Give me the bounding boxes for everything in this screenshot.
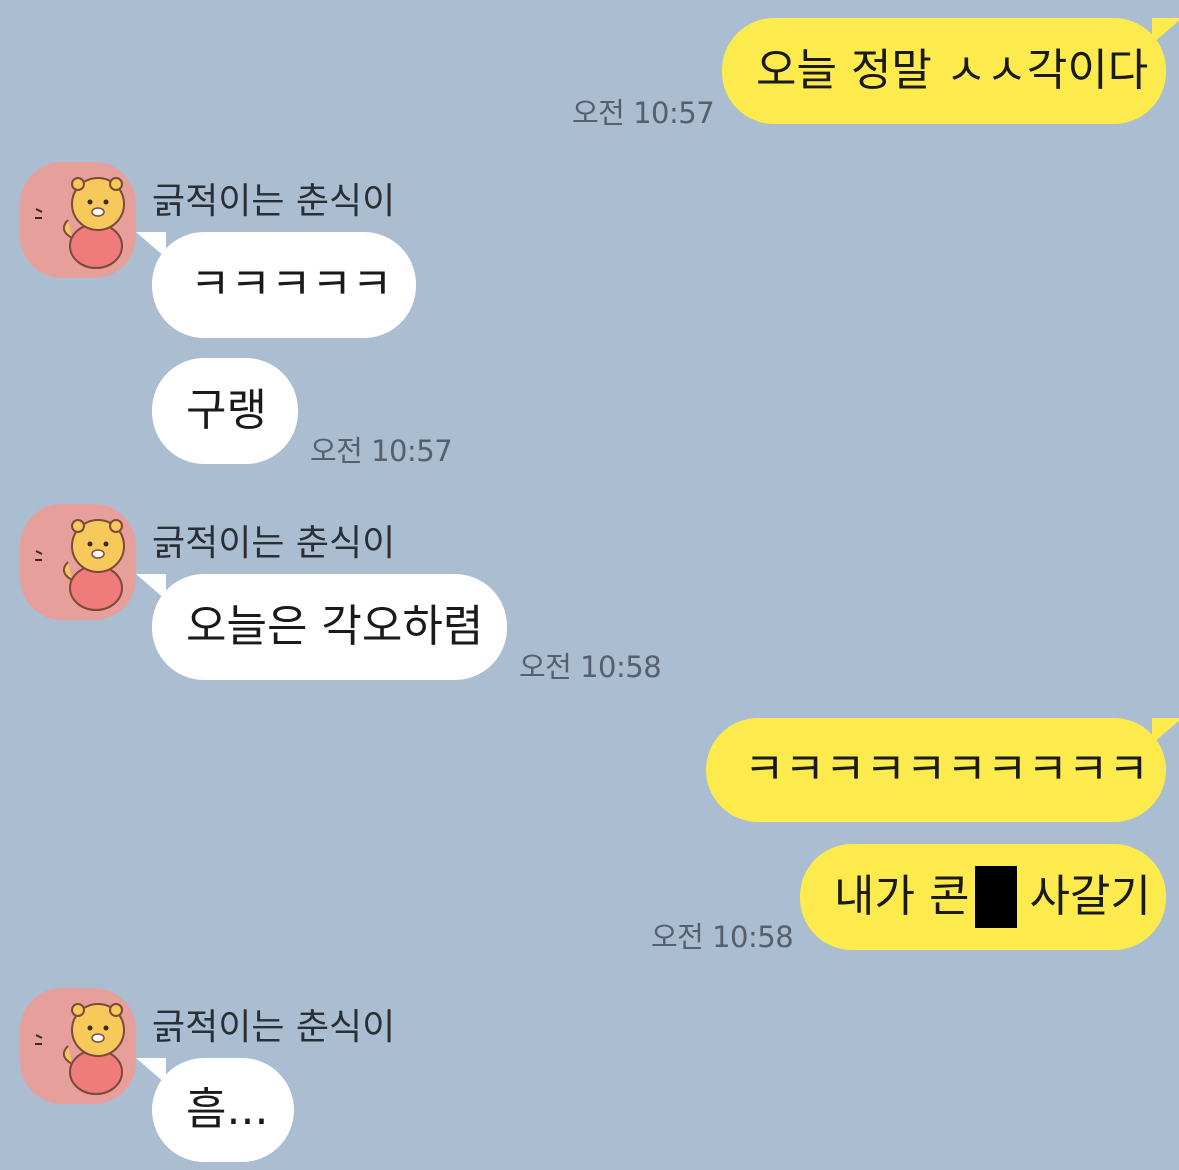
sender-name: 긁적이는 춘식이: [152, 1007, 396, 1048]
message-text: 오늘 정말 ㅅㅅ각이다: [756, 45, 1149, 96]
profile-avatar[interactable]: [20, 988, 136, 1104]
chunsik-character-icon: [35, 1003, 125, 1095]
message-time: 오전 10:58: [651, 920, 794, 954]
message-text: 흠...: [186, 1084, 269, 1135]
message-time: 오전 10:57: [572, 96, 715, 130]
profile-avatar[interactable]: [20, 504, 136, 620]
incoming-message-bubble[interactable]: 흠...: [136, 1058, 294, 1162]
message-text-before-redaction: 내가 콘: [834, 871, 970, 922]
message-text: 오늘은 각오하렴: [186, 601, 484, 652]
outgoing-message-bubble[interactable]: 오늘 정말 ㅅㅅ각이다: [722, 18, 1179, 124]
incoming-message-bubble[interactable]: ㅋㅋㅋㅋㅋ: [136, 232, 416, 338]
redaction-block: [975, 866, 1018, 928]
sender-name: 긁적이는 춘식이: [152, 523, 396, 564]
chunsik-character-icon: [35, 177, 125, 269]
incoming-message-bubble[interactable]: 오늘은 각오하렴: [136, 574, 507, 680]
message-text: ㅋㅋㅋㅋㅋ: [190, 259, 393, 310]
message-time: 오전 10:57: [310, 434, 453, 468]
message-text: 구랭: [186, 385, 267, 436]
message-text-after-redaction: 사갈기: [1029, 871, 1151, 922]
sender-name: 긁적이는 춘식이: [152, 181, 396, 222]
profile-avatar[interactable]: [20, 162, 136, 278]
outgoing-message-bubble[interactable]: 내가 콘 사갈기: [800, 844, 1166, 950]
chunsik-character-icon: [35, 519, 125, 611]
incoming-message-bubble[interactable]: 구랭: [152, 358, 298, 464]
message-time: 오전 10:58: [519, 650, 662, 684]
outgoing-message-bubble[interactable]: ㅋㅋㅋㅋㅋㅋㅋㅋㅋㅋ: [706, 718, 1179, 822]
message-text: ㅋㅋㅋㅋㅋㅋㅋㅋㅋㅋ: [744, 744, 1149, 795]
chat-area: 오전 10:57 오늘 정말 ㅅㅅ각이다 긁적이는 춘식이 ㅋㅋㅋㅋㅋ 구랭 오…: [0, 0, 1179, 1170]
